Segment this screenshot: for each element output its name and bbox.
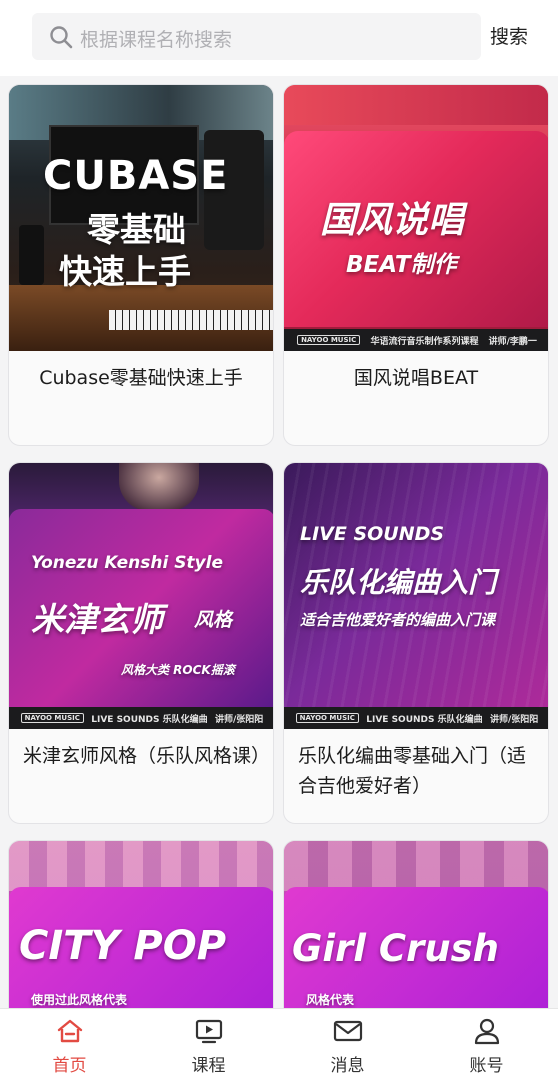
app: 根据课程名称搜索 搜索 CUBASE 零基础 快速上手 Cubase零基础快速上…	[0, 0, 558, 1080]
course-thumbnail: LIVE SOUNDS 乐队化编曲入门 适合吉他爱好者的编曲入门课 NAYOO …	[284, 463, 548, 729]
tab-label: 课程	[191, 1056, 226, 1076]
thumbnail-text: 风格	[194, 609, 233, 631]
header: 根据课程名称搜索 搜索	[0, 0, 558, 76]
strip-text: LIVE SOUNDS 乐队化编曲	[91, 714, 208, 725]
thumbnail-text: Yonezu Kenshi Style	[31, 553, 223, 573]
tab-label: 账号	[469, 1056, 504, 1076]
search-icon	[50, 26, 73, 49]
play-screen-icon	[195, 1019, 223, 1044]
thumbnail-text: LIVE SOUNDS	[300, 523, 445, 545]
course-title: 米津玄师风格（乐队风格课）	[23, 745, 271, 767]
course-card[interactable]: Yonezu Kenshi Style 米津玄师 风格 风格大类 ROCK摇滚 …	[8, 462, 274, 824]
search-button[interactable]: 搜索	[490, 22, 528, 49]
course-card[interactable]: Girl Crush 风格代表	[283, 840, 549, 1008]
bottom-tab-bar: 首页 课程 消息 账号	[0, 1008, 558, 1080]
tab-label: 消息	[330, 1056, 365, 1076]
strip-teacher: 讲师/张阳阳	[489, 714, 539, 725]
thumbnail-text: 风格代表	[306, 993, 355, 1007]
mail-icon	[333, 1020, 363, 1042]
course-title: Cubase零基础快速上手	[39, 367, 243, 389]
thumbnail-text: 米津玄师	[31, 600, 163, 639]
thumbnail-text: 乐队化编曲入门	[300, 566, 497, 599]
thumbnail-text: BEAT制作	[346, 252, 457, 278]
strip-text: 华语流行音乐制作系列课程	[370, 336, 479, 347]
strip-teacher: 讲师/李鹏一	[488, 336, 537, 347]
thumbnail-text: 风格大类 ROCK摇滚	[121, 663, 235, 677]
thumbnail-text: 快速上手	[59, 252, 191, 291]
tab-home[interactable]: 首页	[0, 1009, 139, 1080]
course-card[interactable]: CUBASE 零基础 快速上手 Cubase零基础快速上手	[8, 84, 274, 446]
thumbnail-text: CITY POP	[19, 923, 227, 969]
course-thumbnail: CITY POP 使用过此风格代表	[9, 841, 273, 1008]
tab-account[interactable]: 账号	[417, 1009, 556, 1080]
nayoo-logo: NAYOO MUSIC	[20, 713, 84, 723]
nayoo-logo: NAYOO MUSIC	[297, 335, 361, 345]
course-thumbnail: 国风说唱 BEAT制作 NAYOO MUSIC 华语流行音乐制作系列课程 讲师/…	[284, 85, 548, 351]
course-thumbnail: Girl Crush 风格代表	[284, 841, 548, 1008]
search-input[interactable]: 根据课程名称搜索	[32, 13, 481, 60]
course-card[interactable]: 国风说唱 BEAT制作 NAYOO MUSIC 华语流行音乐制作系列课程 讲师/…	[283, 84, 549, 446]
course-title: 乐队化编曲零基础入门（适合吉他爱好者）	[298, 745, 527, 797]
thumbnail-text: 国风说唱	[320, 200, 465, 241]
user-icon	[474, 1018, 500, 1045]
thumbnail-text: CUBASE	[43, 153, 229, 199]
home-icon	[57, 1019, 83, 1043]
course-thumbnail: Yonezu Kenshi Style 米津玄师 风格 风格大类 ROCK摇滚 …	[9, 463, 273, 729]
strip-text: LIVE SOUNDS 乐队化编曲	[366, 714, 483, 725]
course-title: 国风说唱BEAT	[353, 367, 479, 389]
thumbnail-text: 零基础	[87, 210, 186, 249]
thumbnail-text: 适合吉他爱好者的编曲入门课	[300, 611, 496, 629]
thumbnail-text: 使用过此风格代表	[31, 993, 128, 1007]
thumbnail-text: Girl Crush	[292, 927, 499, 970]
course-card[interactable]: LIVE SOUNDS 乐队化编曲入门 适合吉他爱好者的编曲入门课 NAYOO …	[283, 462, 549, 824]
nayoo-logo: NAYOO MUSIC	[295, 713, 359, 723]
strip-teacher: 讲师/张阳阳	[214, 714, 264, 725]
tab-courses[interactable]: 课程	[139, 1009, 278, 1080]
thumbnail-strip: NAYOO MUSIC LIVE SOUNDS 乐队化编曲 讲师/张阳阳	[9, 707, 273, 729]
course-card[interactable]: CITY POP 使用过此风格代表	[8, 840, 274, 1008]
tab-label: 首页	[52, 1056, 87, 1076]
search-placeholder: 根据课程名称搜索	[80, 29, 233, 51]
course-thumbnail: CUBASE 零基础 快速上手	[9, 85, 273, 351]
thumbnail-strip: NAYOO MUSIC LIVE SOUNDS 乐队化编曲 讲师/张阳阳	[284, 707, 548, 729]
thumbnail-strip: NAYOO MUSIC 华语流行音乐制作系列课程 讲师/李鹏一	[284, 329, 548, 351]
course-grid: CUBASE 零基础 快速上手 Cubase零基础快速上手 国风说唱 BEAT制…	[8, 84, 552, 1008]
tab-messages[interactable]: 消息	[278, 1009, 417, 1080]
